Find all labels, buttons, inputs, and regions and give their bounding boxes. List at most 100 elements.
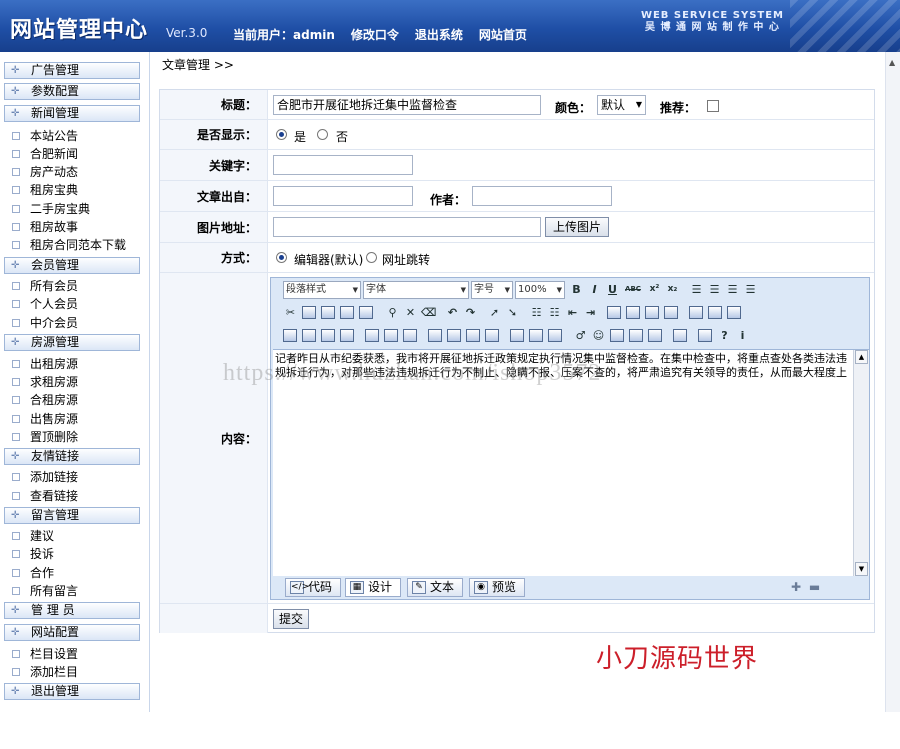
- align-left-icon[interactable]: ☰: [689, 282, 704, 297]
- sidebar-item-complaints[interactable]: 投诉: [12, 545, 54, 563]
- insert-flash-icon[interactable]: [302, 329, 316, 342]
- sidebar-item-share-rent[interactable]: 合租房源: [12, 391, 78, 409]
- submit-button[interactable]: 提交: [273, 609, 309, 629]
- sidebar-item-notice[interactable]: 本站公告: [12, 127, 78, 145]
- sidebar-group-admin[interactable]: ✛ 管 理 员: [4, 602, 140, 619]
- sidebar-group-house[interactable]: ✛ 房源管理: [4, 334, 140, 351]
- insert-note-icon[interactable]: [727, 306, 741, 319]
- nav-logout[interactable]: 退出系统: [415, 26, 463, 43]
- indent-icon[interactable]: ⇥: [583, 305, 598, 320]
- sidebar-item-contract-download[interactable]: 租房合同范本下载: [12, 236, 126, 254]
- scroll-down-icon[interactable]: ▼: [855, 562, 868, 576]
- sidebar-item-rent-guide[interactable]: 租房宝典: [12, 181, 78, 199]
- underline-icon[interactable]: U: [605, 282, 620, 297]
- image-url-input[interactable]: [273, 217, 541, 237]
- paste-word-icon[interactable]: [359, 306, 373, 319]
- sidebar-group-links[interactable]: ✛ 友情链接: [4, 448, 140, 465]
- insert-input-icon[interactable]: [485, 329, 499, 342]
- sidebar-item-all-members[interactable]: 所有会员: [12, 277, 78, 295]
- copy-icon[interactable]: [302, 306, 316, 319]
- nav-change-password[interactable]: 修改口令: [351, 26, 399, 43]
- tab-text[interactable]: ✎ 文本: [407, 578, 463, 597]
- recommend-checkbox[interactable]: [707, 100, 719, 112]
- sidebar-item-column-settings[interactable]: 栏目设置: [12, 645, 78, 663]
- sidebar-item-for-sale[interactable]: 出售房源: [12, 410, 78, 428]
- delete-icon[interactable]: ✕: [403, 305, 418, 320]
- insert-table-icon[interactable]: [365, 329, 379, 342]
- insert-grid-icon[interactable]: [403, 329, 417, 342]
- insert-date-icon[interactable]: [610, 329, 624, 342]
- highlight-color-icon[interactable]: [626, 306, 640, 319]
- page-scrollbar[interactable]: ▲: [885, 52, 900, 712]
- upload-image-button[interactable]: 上传图片: [545, 217, 609, 237]
- shrink-editor-icon[interactable]: ▬: [809, 580, 820, 594]
- remove-format-icon[interactable]: [664, 306, 678, 319]
- redo-icon[interactable]: ↷: [463, 305, 478, 320]
- tab-code[interactable]: </> 代码: [285, 578, 341, 597]
- unordered-list-icon[interactable]: ☷: [547, 305, 562, 320]
- sidebar-item-rent-stories[interactable]: 租房故事: [12, 218, 78, 236]
- insert-file-icon[interactable]: [340, 329, 354, 342]
- sidebar-group-news[interactable]: ✛ 新闻管理: [4, 105, 140, 122]
- font-size-select[interactable]: 字号 ▼: [471, 281, 513, 299]
- editor-scrollbar[interactable]: ▲ ▼: [853, 350, 869, 576]
- align-justify-icon[interactable]: ☰: [743, 282, 758, 297]
- text-color-icon[interactable]: [607, 306, 621, 319]
- sidebar-item-suggestions[interactable]: 建议: [12, 527, 54, 545]
- insert-media-icon[interactable]: [321, 329, 335, 342]
- find-replace-icon[interactable]: ⚲: [385, 305, 400, 320]
- sidebar-item-secondhand-guide[interactable]: 二手房宝典: [12, 200, 90, 218]
- insert-time-icon[interactable]: [629, 329, 643, 342]
- sidebar-group-member[interactable]: ✛ 会员管理: [4, 257, 140, 274]
- para-style-select[interactable]: 段落样式 ▼: [283, 281, 361, 299]
- color-select[interactable]: 默认 ▼: [597, 95, 646, 115]
- paste-text-icon[interactable]: [340, 306, 354, 319]
- nav-site-home[interactable]: 网站首页: [479, 26, 527, 43]
- remove-link-icon[interactable]: [548, 329, 562, 342]
- mode-editor-radio[interactable]: [276, 252, 287, 263]
- scroll-up-icon[interactable]: ▲: [889, 58, 895, 67]
- subscript-icon[interactable]: x₂: [665, 282, 680, 297]
- tab-design[interactable]: ▦ 设计: [345, 578, 401, 597]
- mode-link-radio[interactable]: [366, 252, 377, 263]
- background-color-icon[interactable]: [645, 306, 659, 319]
- pointer-icon[interactable]: ➘: [505, 305, 520, 320]
- sidebar-item-add-column[interactable]: 添加栏目: [12, 663, 78, 681]
- sidebar-item-agency-members[interactable]: 中介会员: [12, 314, 78, 332]
- strikethrough-icon[interactable]: ABC: [623, 282, 643, 297]
- sidebar-group-messages[interactable]: ✛ 留言管理: [4, 507, 140, 524]
- help-icon[interactable]: ?: [717, 328, 732, 343]
- author-input[interactable]: [472, 186, 612, 206]
- align-right-icon[interactable]: ☰: [725, 282, 740, 297]
- paste-icon[interactable]: [321, 306, 335, 319]
- sidebar-item-top-delete[interactable]: 置顶删除: [12, 428, 78, 446]
- undo-icon[interactable]: ↶: [445, 305, 460, 320]
- insert-image-icon[interactable]: [283, 329, 297, 342]
- sidebar-item-rent-out[interactable]: 出租房源: [12, 355, 78, 373]
- sidebar-item-personal-members[interactable]: 个人会员: [12, 295, 78, 313]
- zoom-select[interactable]: 100% ▼: [515, 281, 565, 299]
- align-center-icon[interactable]: ☰: [707, 282, 722, 297]
- insert-page-icon[interactable]: [428, 329, 442, 342]
- select-all-icon[interactable]: ➚: [487, 305, 502, 320]
- eraser-icon[interactable]: ⌫: [421, 305, 437, 320]
- superscript-icon[interactable]: x²: [647, 282, 662, 297]
- insert-anchor-icon[interactable]: [648, 329, 662, 342]
- outdent-icon[interactable]: ⇤: [565, 305, 580, 320]
- cut-icon[interactable]: ✂: [283, 305, 298, 320]
- sidebar-group-logout[interactable]: ✛ 退出管理: [4, 683, 140, 700]
- sidebar-item-all-messages[interactable]: 所有留言: [12, 582, 78, 600]
- emoticon-icon[interactable]: ☺: [591, 328, 606, 343]
- italic-icon[interactable]: I: [587, 282, 602, 297]
- sidebar-group-ad[interactable]: ✛ 广告管理: [4, 62, 140, 79]
- bold-icon[interactable]: B: [569, 282, 584, 297]
- sidebar-group-site-config[interactable]: ✛ 网站配置: [4, 624, 140, 641]
- keyword-input[interactable]: [273, 155, 413, 175]
- fullscreen-icon[interactable]: [698, 329, 712, 342]
- insert-template-icon[interactable]: [447, 329, 461, 342]
- show-yes-radio[interactable]: [276, 129, 287, 140]
- sidebar-item-cooperation[interactable]: 合作: [12, 564, 54, 582]
- insert-form-icon[interactable]: [384, 329, 398, 342]
- insert-layer-icon[interactable]: [708, 306, 722, 319]
- scroll-up-icon[interactable]: ▲: [855, 350, 868, 364]
